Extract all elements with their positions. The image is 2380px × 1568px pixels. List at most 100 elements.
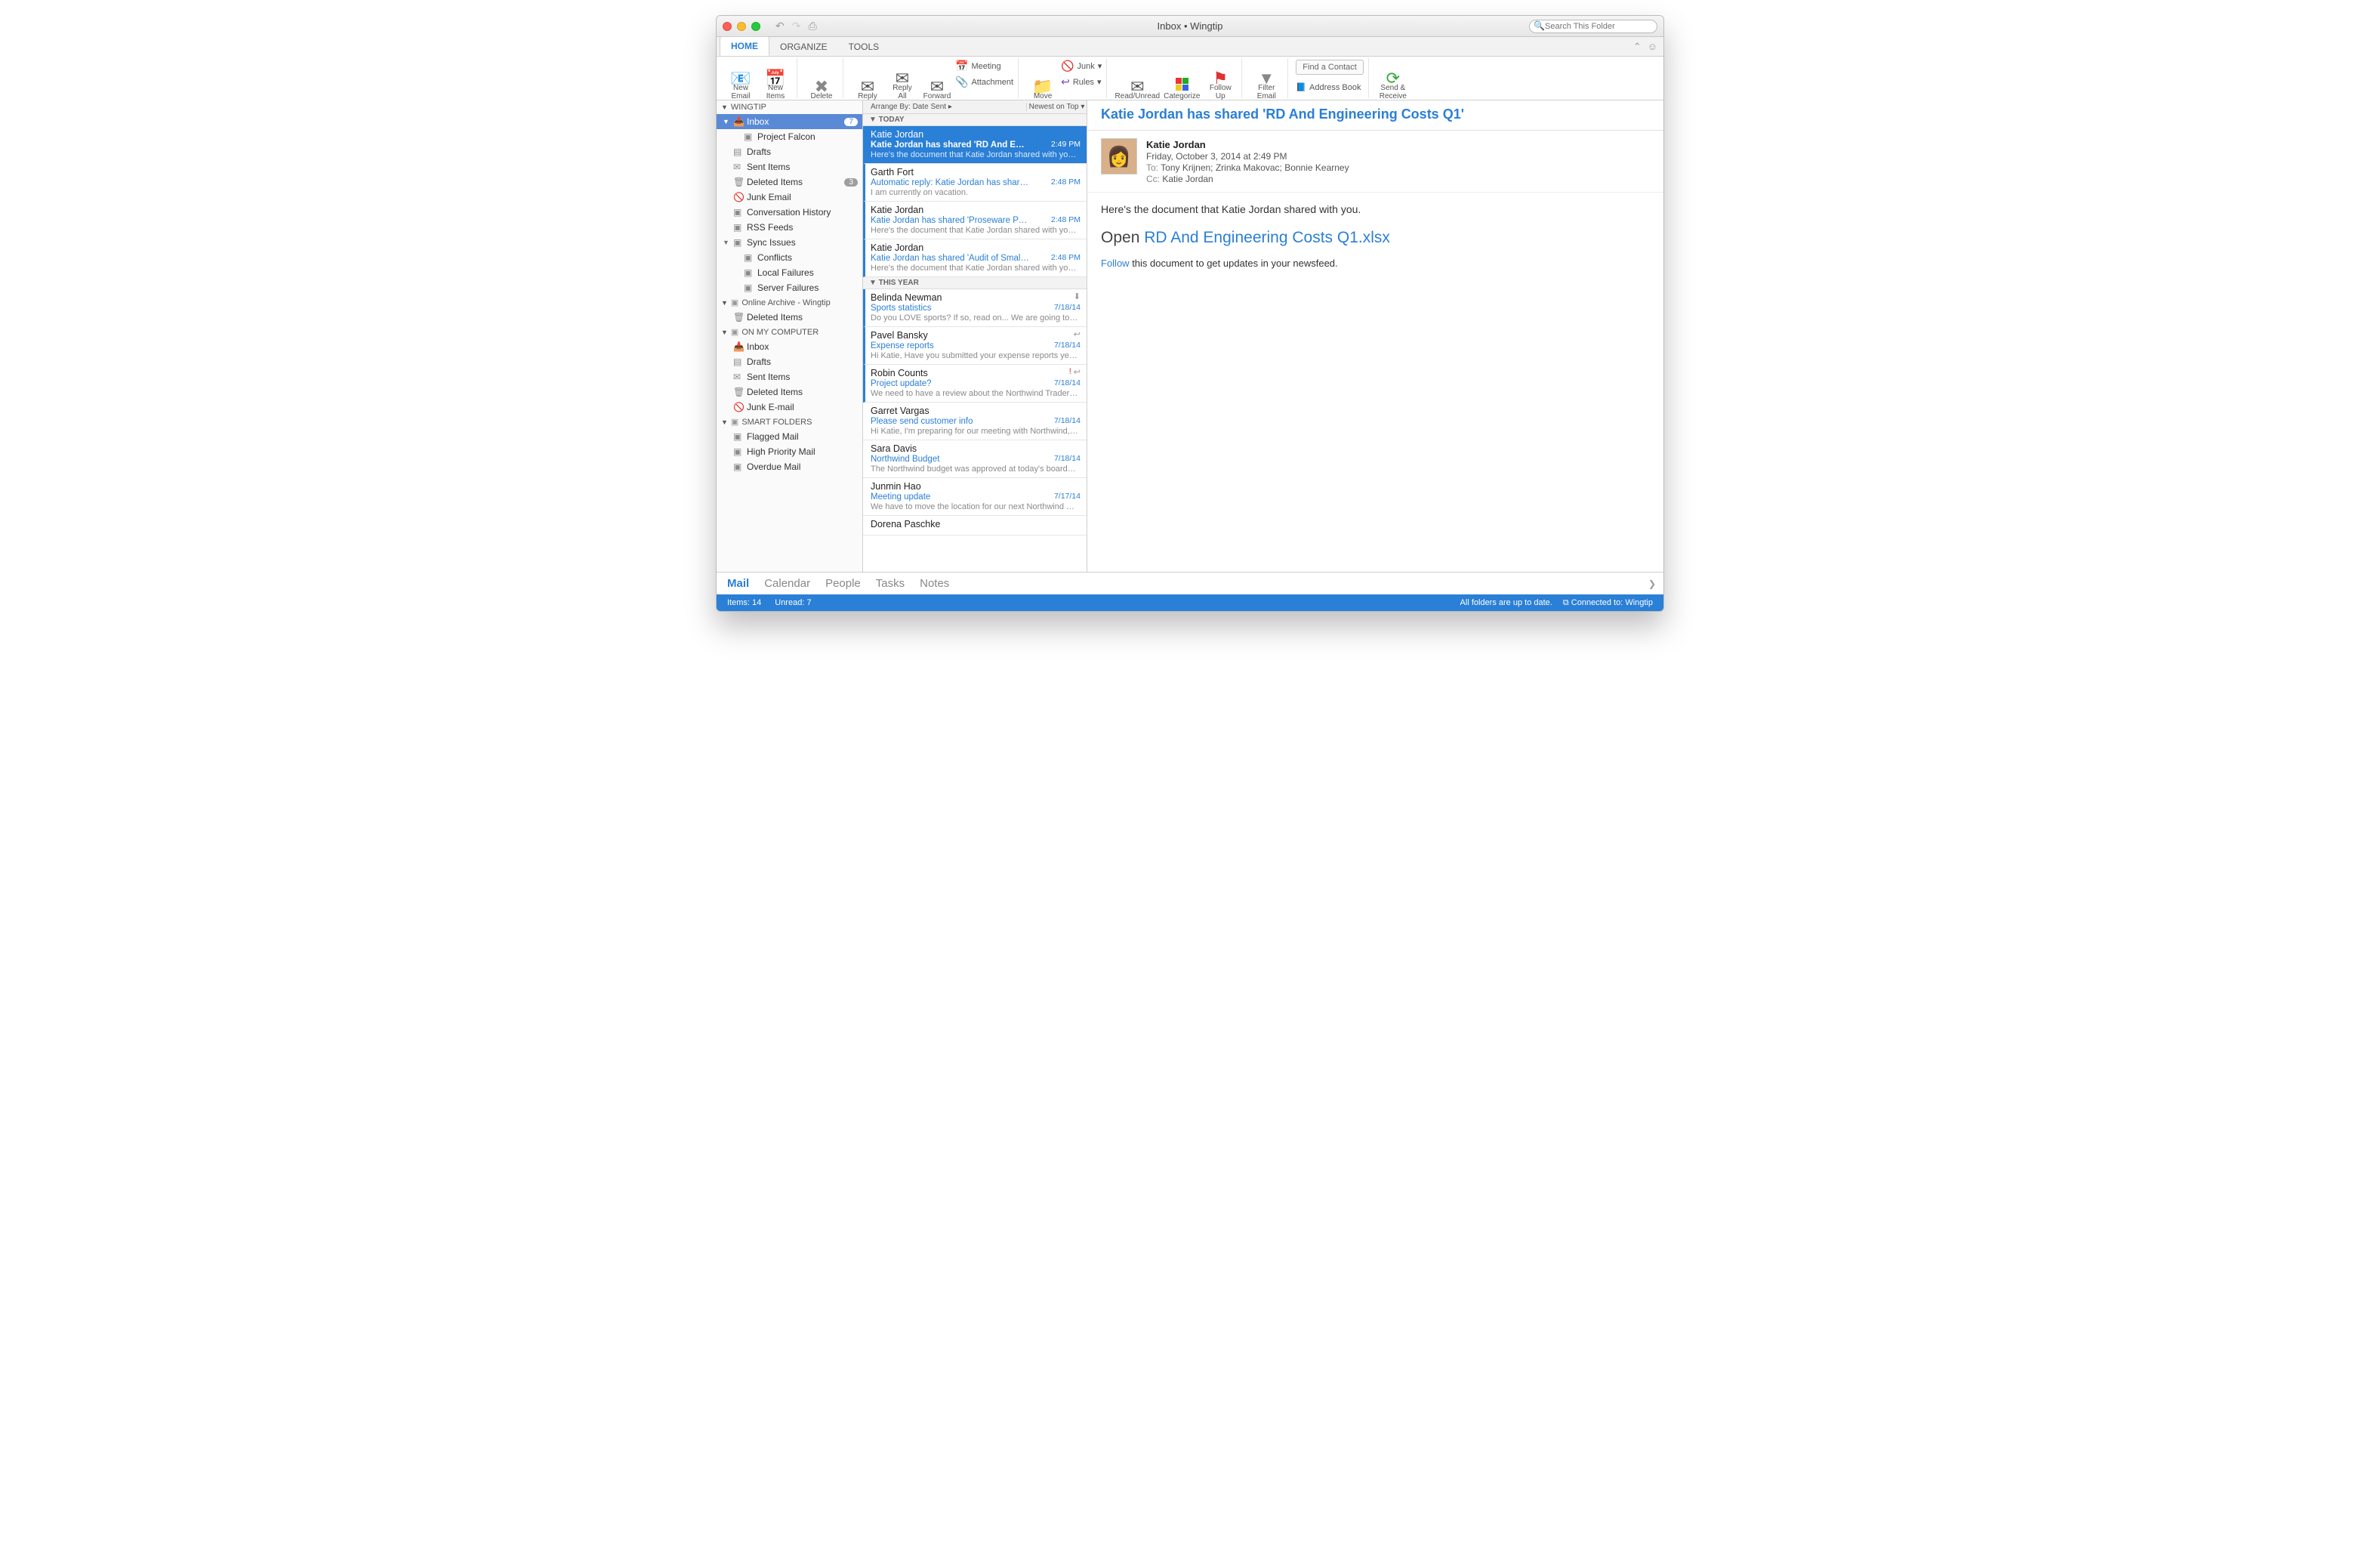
reply-button[interactable]: ✉Reply	[851, 60, 884, 100]
sidebar-item[interactable]: 🚫Junk Email	[717, 190, 862, 205]
sidebar-item[interactable]: ▣Conflicts	[717, 250, 862, 265]
importance-icon: !	[1069, 367, 1071, 377]
read-unread-button[interactable]: ✉Read/Unread	[1114, 60, 1160, 100]
sidebar-item[interactable]: ▼▣Sync Issues	[717, 235, 862, 250]
message-time: 2:48 PM	[1051, 177, 1081, 187]
sent-icon: ✉	[733, 162, 744, 172]
sidebar-item[interactable]: ▣Server Failures	[717, 280, 862, 295]
reading-follow-link[interactable]: Follow	[1101, 258, 1130, 269]
message-preview: The Northwind budget was approved at tod…	[871, 465, 1078, 474]
attachment-button[interactable]: 📎Attachment	[955, 76, 1013, 88]
message-from: Robin Counts	[871, 368, 1081, 378]
categorize-button[interactable]: Categorize	[1161, 60, 1202, 100]
unread-badge: 7	[844, 118, 858, 126]
nav-expand-icon[interactable]: ❯	[1648, 579, 1656, 589]
reply-all-icon: ✉	[896, 74, 909, 82]
sidebar-item[interactable]: ▣Conversation History	[717, 205, 862, 220]
message-subject: Sports statistics	[871, 304, 1029, 313]
nav-tasks[interactable]: Tasks	[876, 577, 905, 590]
reply-all-button[interactable]: ✉Reply All	[886, 60, 919, 100]
tab-tools[interactable]: TOOLS	[838, 38, 889, 56]
rules-button[interactable]: ↩Rules ▾	[1061, 76, 1102, 88]
sidebar-section-header[interactable]: ▼WINGTIP	[717, 100, 862, 114]
sidebar-section-header[interactable]: ▼▣Online Archive - Wingtip	[717, 295, 862, 310]
sidebar-item-label: Drafts	[747, 147, 771, 157]
tab-home[interactable]: HOME	[720, 36, 769, 56]
message-item[interactable]: Garth FortAutomatic reply: Katie Jordan …	[863, 164, 1087, 202]
junk-button[interactable]: 🚫Junk ▾	[1061, 60, 1102, 73]
message-preview: Here's the document that Katie Jordan sh…	[871, 226, 1078, 235]
redo-icon[interactable]: ↷	[792, 20, 801, 32]
sidebar-item[interactable]: ▤Drafts	[717, 144, 862, 159]
send-receive-button[interactable]: ⟳Send & Receive	[1377, 60, 1410, 100]
nav-people[interactable]: People	[825, 577, 861, 590]
window-title: Inbox • Wingtip	[717, 20, 1663, 32]
print-icon[interactable]: ⎙	[808, 20, 816, 32]
reading-document-link[interactable]: RD And Engineering Costs Q1.xlsx	[1144, 229, 1390, 246]
message-item[interactable]: Sara DavisNorthwind Budget7/18/14The Nor…	[863, 440, 1087, 478]
sidebar-item[interactable]: 📥Inbox	[717, 339, 862, 354]
sidebar-item[interactable]: ▣High Priority Mail	[717, 444, 862, 459]
find-contact-input[interactable]: Find a Contact	[1296, 60, 1364, 75]
nav-calendar[interactable]: Calendar	[764, 577, 810, 590]
nav-notes[interactable]: Notes	[920, 577, 949, 590]
inbox-icon: 📥	[733, 341, 744, 352]
move-button[interactable]: 📁Move	[1026, 60, 1059, 100]
minimize-window-button[interactable]	[737, 22, 746, 31]
sidebar-item[interactable]: ▣Overdue Mail	[717, 459, 862, 474]
meeting-button[interactable]: 📅Meeting	[955, 60, 1013, 73]
message-item[interactable]: ⬇Belinda NewmanSports statistics7/18/14D…	[863, 289, 1087, 327]
message-group-header[interactable]: ▼ THIS YEAR	[863, 277, 1087, 289]
follow-up-button[interactable]: ⚑Follow Up	[1204, 60, 1237, 100]
close-window-button[interactable]	[723, 22, 732, 31]
envelope-icon: ✉	[1130, 82, 1144, 91]
filter-email-button[interactable]: ▼Filter Email	[1250, 60, 1283, 100]
message-item[interactable]: Katie JordanKatie Jordan has shared 'RD …	[863, 126, 1087, 164]
message-item[interactable]: !↩Robin CountsProject update?7/18/14We n…	[863, 365, 1087, 403]
sort-order-button[interactable]: Newest on Top ▾	[1026, 103, 1087, 111]
forward-button[interactable]: ✉Forward	[920, 60, 954, 100]
sidebar-item-label: Server Failures	[757, 282, 819, 293]
sidebar-item[interactable]: 🚫Junk E-mail	[717, 400, 862, 415]
message-item[interactable]: ↩Pavel BanskyExpense reports7/18/14Hi Ka…	[863, 327, 1087, 365]
new-email-button[interactable]: 📧New Email	[724, 60, 757, 100]
collapse-ribbon-icon[interactable]: ⌃	[1633, 41, 1642, 53]
arrange-by-button[interactable]: Arrange By: Date Sent ▸	[863, 103, 1026, 111]
message-item[interactable]: Dorena Paschke	[863, 516, 1087, 536]
message-from: Junmin Hao	[871, 481, 1081, 492]
sidebar-section-header[interactable]: ▼▣SMART FOLDERS	[717, 415, 862, 429]
sidebar-item[interactable]: ▤Drafts	[717, 354, 862, 369]
folder-icon: ▣	[744, 252, 754, 263]
trash-icon: 🗑	[733, 177, 744, 187]
sidebar-item[interactable]: ▼📥Inbox7	[717, 114, 862, 129]
tab-organize[interactable]: ORGANIZE	[769, 38, 838, 56]
rules-icon: ↩	[1061, 76, 1070, 88]
sidebar-item[interactable]: ✉Sent Items	[717, 159, 862, 174]
search-input[interactable]	[1529, 20, 1657, 33]
message-group-header[interactable]: ▼ TODAY	[863, 114, 1087, 126]
sidebar-item[interactable]: ▣Flagged Mail	[717, 429, 862, 444]
sidebar-item[interactable]: 🗑Deleted Items3	[717, 174, 862, 190]
status-sync: All folders are up to date.	[1460, 598, 1552, 607]
undo-icon[interactable]: ↶	[775, 20, 785, 32]
sidebar-item[interactable]: ▣RSS Feeds	[717, 220, 862, 235]
message-from: Pavel Bansky	[871, 330, 1081, 341]
sidebar-item[interactable]: ▣Project Falcon	[717, 129, 862, 144]
sidebar-item[interactable]: 🗑Deleted Items	[717, 384, 862, 400]
new-items-button[interactable]: 📅New Items	[759, 60, 792, 100]
message-time: 2:48 PM	[1051, 253, 1081, 262]
sidebar-item[interactable]: ▣Local Failures	[717, 265, 862, 280]
sidebar-item[interactable]: ✉Sent Items	[717, 369, 862, 384]
zoom-window-button[interactable]	[751, 22, 760, 31]
message-item[interactable]: Katie JordanKatie Jordan has shared 'Aud…	[863, 239, 1087, 277]
address-book-button[interactable]: 📘Address Book	[1296, 82, 1364, 92]
nav-mail[interactable]: Mail	[727, 577, 749, 590]
message-preview: Hi Katie, I'm preparing for our meeting …	[871, 427, 1078, 436]
sidebar-section-header[interactable]: ▼▣ON MY COMPUTER	[717, 325, 862, 339]
feedback-icon[interactable]: ☺	[1648, 41, 1657, 53]
message-item[interactable]: Junmin HaoMeeting update7/17/14We have t…	[863, 478, 1087, 516]
message-item[interactable]: Katie JordanKatie Jordan has shared 'Pro…	[863, 202, 1087, 239]
message-item[interactable]: Garret VargasPlease send customer info7/…	[863, 403, 1087, 440]
delete-button[interactable]: ✖Delete	[805, 60, 838, 100]
sidebar-item[interactable]: 🗑Deleted Items	[717, 310, 862, 325]
